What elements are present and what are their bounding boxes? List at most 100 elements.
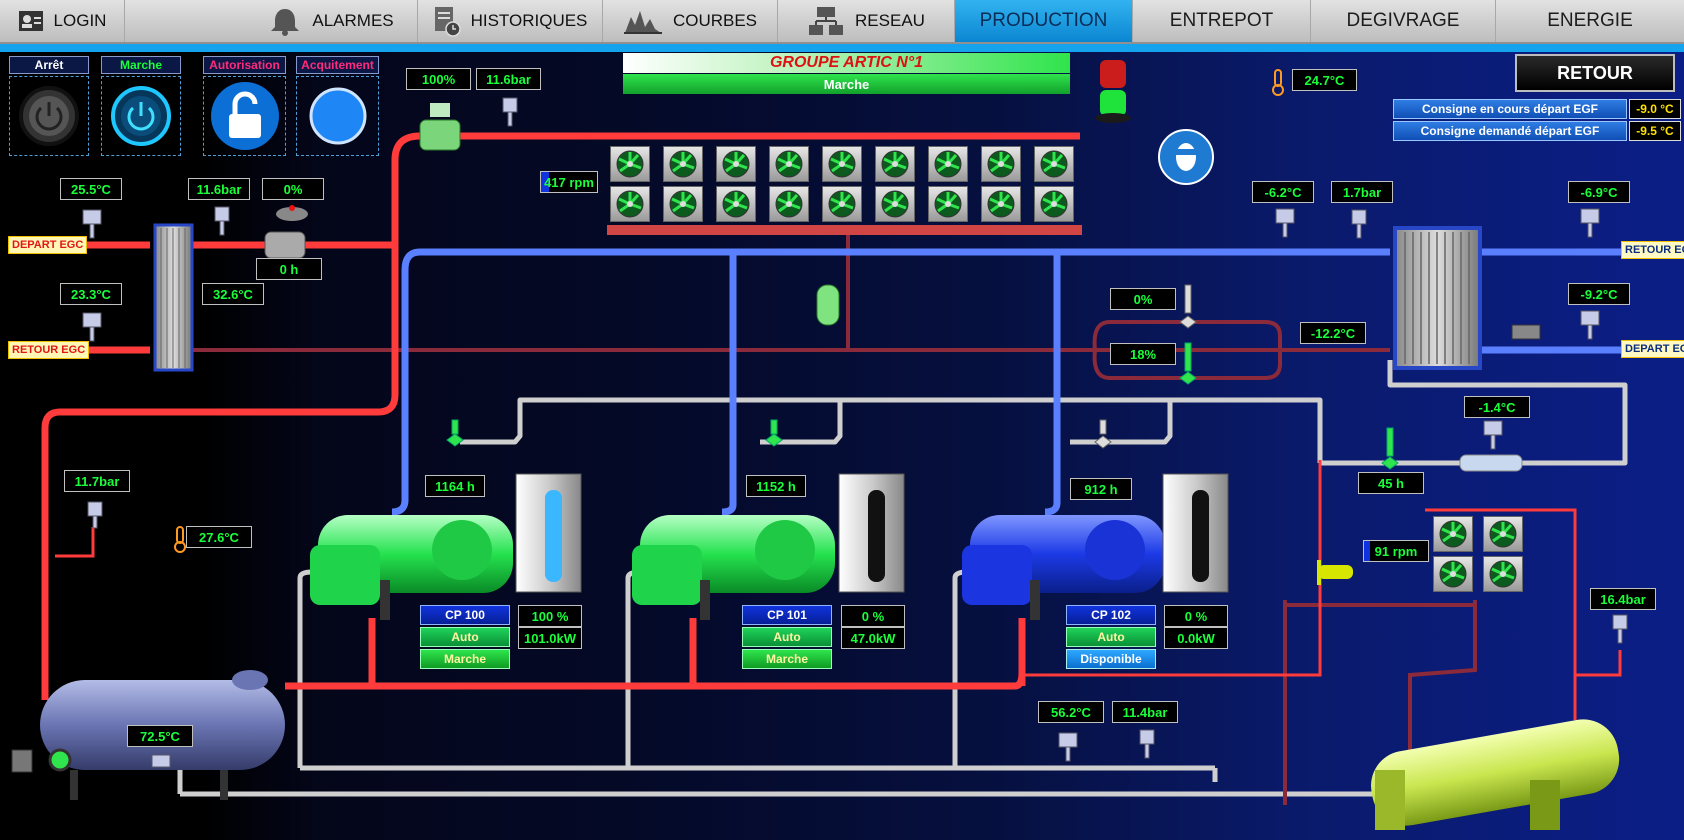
egf-valve-b-opening: 18% (1110, 343, 1176, 365)
cp100-name[interactable]: CP 100 (420, 605, 510, 625)
fan-icon (1034, 186, 1074, 222)
status-beacon (1095, 60, 1131, 123)
top-valve-pressure: 11.6bar (476, 68, 541, 90)
fan-icon (981, 186, 1021, 222)
drycooler-fans (1433, 516, 1533, 592)
fan-icon (928, 146, 968, 182)
authorization-button[interactable] (203, 76, 286, 156)
login-icon (18, 11, 43, 31)
condenser-fan-speed: 417 rpm (540, 171, 598, 193)
power-on-icon (111, 86, 171, 146)
requested-setpoint-label: Consigne demandé départ EGF (1393, 121, 1627, 141)
yellow-valve[interactable] (1317, 560, 1353, 585)
fan-icon (716, 186, 756, 222)
stop-button[interactable] (9, 76, 89, 156)
cp100-power: 101.0kW (518, 627, 582, 649)
cp102-mode[interactable]: Auto (1066, 627, 1156, 647)
cp102-name[interactable]: CP 102 (1066, 605, 1156, 625)
flow-meter (1511, 324, 1541, 340)
tab-degivrage[interactable]: DEGIVRAGE (1311, 0, 1496, 42)
power-off-icon (19, 86, 79, 146)
tab-courbes[interactable]: COURBES (603, 0, 778, 42)
expansion-valves[interactable] (446, 342, 1399, 470)
cp100-load: 100 % (518, 605, 582, 627)
tab-login[interactable]: LOGIN (0, 0, 125, 42)
retour-button[interactable]: RETOUR (1515, 54, 1675, 92)
cp101-name[interactable]: CP 101 (742, 605, 832, 625)
egf-valve-a-opening: 0% (1110, 288, 1176, 310)
economizer-temperature: -1.4°C (1464, 396, 1530, 418)
tab-energie[interactable]: ENERGIE (1496, 0, 1684, 42)
drive-cp101[interactable] (838, 473, 905, 593)
tab-alarmes[interactable]: ALARMES (125, 0, 418, 42)
fan-icon (928, 186, 968, 222)
tab-reseau[interactable]: RESEAU (778, 0, 955, 42)
start-label: Marche (101, 56, 181, 74)
fan-icon (769, 186, 809, 222)
room-temperature: 27.6°C (186, 526, 252, 548)
fan-icon (822, 186, 862, 222)
start-button[interactable] (101, 76, 181, 156)
acknowledge-icon (309, 87, 366, 145)
cp102-load: 0 % (1164, 605, 1228, 627)
motor-valve-top[interactable] (419, 103, 461, 151)
discharge-pressure: 11.4bar (1112, 701, 1178, 723)
acknowledge-button[interactable] (296, 76, 379, 156)
cp101-mode[interactable]: Auto (742, 627, 832, 647)
liquid-line-pressure: 11.7bar (64, 470, 130, 492)
discharge-temperature: 56.2°C (1038, 701, 1104, 723)
fan-icon (822, 146, 862, 182)
fan-icon (875, 146, 915, 182)
fan-icon (981, 146, 1021, 182)
tab-production-label: PRODUCTION (979, 10, 1108, 31)
egf-retour-temperature: -6.2°C (1252, 181, 1314, 203)
cp101-hours: 1152 h (746, 475, 806, 497)
bell-icon (271, 9, 300, 36)
current-setpoint-label: Consigne en cours départ EGF (1393, 99, 1627, 119)
egf-suction-temperature: -12.2°C (1300, 322, 1366, 344)
tab-courbes-label: COURBES (672, 11, 758, 30)
condenser-fans (610, 146, 1080, 222)
motor-valve-egc[interactable] (264, 205, 308, 259)
tab-alarmes-label: ALARMES (312, 11, 394, 30)
tab-reseau-label: RESEAU (855, 11, 925, 30)
egf-outlet-temperature: -6.9°C (1568, 181, 1630, 203)
egc-retour-temperature: 23.3°C (60, 283, 122, 305)
cp101-power: 47.0kW (841, 627, 905, 649)
receiver-temperature: 72.5°C (127, 725, 193, 747)
fan-icon (716, 146, 756, 182)
drive-cp100[interactable] (515, 473, 582, 593)
tab-historiques[interactable]: HISTORIQUES (418, 0, 603, 42)
tag-depart-egc: DEPART EGC (8, 236, 88, 254)
egc-valve-opening: 0% (262, 178, 324, 200)
mask-safety-icon (1158, 129, 1214, 185)
drive-cp102[interactable] (1162, 473, 1229, 593)
condenser-fan-bank (607, 225, 1082, 235)
egc-depart-temperature: 25.5°C (60, 178, 122, 200)
authorization-label: Autorisation (203, 56, 286, 74)
economizer-hours: 45 h (1358, 472, 1424, 494)
tab-production[interactable]: PRODUCTION (955, 0, 1133, 42)
tab-entrepot[interactable]: ENTREPOT (1133, 0, 1311, 42)
requested-setpoint-input[interactable]: -9.5 °C (1629, 121, 1681, 141)
cp102-state: Disponible (1066, 649, 1156, 669)
fan-icon (769, 146, 809, 182)
top-navigation: LOGIN ALARMES HISTORIQUES COURBES RESEAU… (0, 0, 1684, 44)
water-condenser (1371, 719, 1620, 830)
egf-depart-temperature: -9.2°C (1568, 283, 1630, 305)
tab-login-label: LOGIN (53, 11, 107, 30)
drycooler-fan-speed: 91 rpm (1363, 540, 1429, 562)
fan-icon (1034, 146, 1074, 182)
egf-retour-pressure: 1.7bar (1331, 181, 1393, 203)
cp102-power: 0.0kW (1164, 627, 1228, 649)
tag-retour-egc: RETOUR EGC (8, 341, 90, 359)
egc-pressure: 11.6bar (188, 178, 250, 200)
group-title: GROUPE ARTIC N°1 (623, 53, 1070, 73)
chart-icon (623, 11, 662, 34)
egc-exchanger-temperature: 32.6°C (202, 283, 264, 305)
cp101-load: 0 % (841, 605, 905, 627)
cp102-hours: 912 h (1070, 478, 1132, 500)
cp100-mode[interactable]: Auto (420, 627, 510, 647)
oil-separator (816, 284, 840, 326)
cp100-hours: 1164 h (425, 475, 485, 497)
